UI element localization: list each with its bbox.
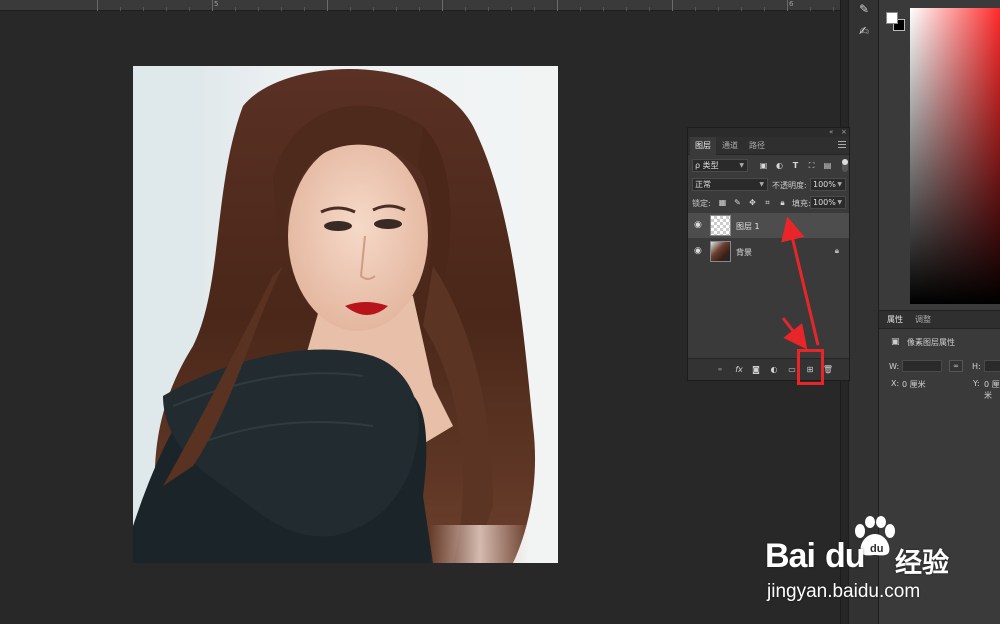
horizontal-ruler: 5 6 <box>0 0 840 11</box>
height-label: H: <box>972 362 981 371</box>
visibility-eye-icon[interactable]: ◉ <box>694 220 704 230</box>
tab-layers[interactable]: 图层 <box>690 137 716 155</box>
fill-input[interactable]: 100% ▼ <box>810 196 846 209</box>
y-value[interactable]: 0 厘米 <box>984 379 1000 401</box>
annotation-highlight-box <box>797 349 824 385</box>
baidu-brand-text: Bai <box>765 537 816 575</box>
opacity-label: 不透明度: <box>772 181 807 190</box>
portrait-image <box>133 66 536 563</box>
blend-mode-select[interactable]: 正常 ▼ <box>692 178 768 191</box>
shape-filter-icon[interactable]: ⛶ <box>806 160 817 171</box>
blend-mode-value: 正常 <box>695 180 711 189</box>
baidu-brand-du: du <box>825 537 866 575</box>
x-value[interactable]: 0 厘米 <box>902 379 926 390</box>
layer-name[interactable]: 背景 <box>736 247 752 258</box>
tab-properties[interactable]: 属性 <box>887 314 903 325</box>
type-filter-icon[interactable]: T <box>790 160 801 171</box>
layer-thumbnail <box>710 215 731 236</box>
adjustment-icon[interactable]: ◐ <box>768 364 780 376</box>
adjustment-filter-icon[interactable]: ◐ <box>774 160 785 171</box>
collapse-icon[interactable]: « <box>829 128 833 137</box>
document-photo[interactable] <box>133 66 558 563</box>
fill-value: 100% <box>813 198 836 207</box>
width-label: W: <box>889 362 900 371</box>
color-picker-field[interactable] <box>910 8 1000 304</box>
visibility-eye-icon[interactable]: ◉ <box>694 246 704 256</box>
lock-image-icon[interactable]: ✎ <box>732 197 743 208</box>
link-dimensions-icon[interactable]: ∞ <box>949 360 963 372</box>
x-label: X: <box>891 379 900 388</box>
chevron-down-icon: ▼ <box>837 181 842 188</box>
layers-tabs: 图层 通道 路径 <box>688 137 849 155</box>
history-icon[interactable]: ✎ <box>855 0 873 18</box>
smart-object-filter-icon[interactable]: ▤ <box>822 160 833 171</box>
opacity-input[interactable]: 100% ▼ <box>810 178 846 191</box>
chevron-down-icon: ▼ <box>759 181 764 188</box>
mask-icon[interactable]: ◙ <box>750 364 762 376</box>
height-input[interactable] <box>984 360 1000 372</box>
filter-toggle[interactable] <box>842 159 848 172</box>
layer-row[interactable]: ◉ 背景 🔒︎ <box>688 239 849 264</box>
search-icon: ρ <box>695 161 701 170</box>
pixel-layer-icon: ▣ <box>891 337 900 347</box>
lock-row: 锁定: ▦ ✎ ✥ ⌗ 🔒︎ 填充: 100% ▼ <box>692 196 848 210</box>
properties-tabs: 属性 调整 <box>879 311 1000 329</box>
link-icon[interactable]: ⚭ <box>714 364 726 376</box>
svg-text:du: du <box>870 543 883 555</box>
blend-row: 正常 ▼ 不透明度: 100% ▼ <box>692 178 848 192</box>
baidu-watermark: du Bai du 经验 jingyan.baidu.com <box>765 515 1000 620</box>
layers-bottom-bar: ⚭ fx ◙ ◐ ▭ ⊞ 🗑︎ <box>688 358 849 380</box>
lock-position-icon[interactable]: ✥ <box>747 197 758 208</box>
y-label: Y: <box>973 379 980 388</box>
properties-type-label: 像素图层属性 <box>907 338 955 347</box>
tab-channels[interactable]: 通道 <box>717 137 743 155</box>
brush-settings-icon[interactable]: ✍ <box>855 22 873 40</box>
layer-thumbnail <box>710 241 731 262</box>
pixel-filter-icon[interactable]: ▣ <box>758 160 769 171</box>
filter-kind-select[interactable]: ρ 类型 ▼ <box>692 159 748 172</box>
ruler-label: 5 <box>214 0 219 8</box>
lock-icon: 🔒︎ <box>834 246 839 255</box>
lock-all-icon[interactable]: 🔒︎ <box>777 197 788 208</box>
layer-filter-row: ρ 类型 ▼ ▣ ◐ T ⛶ ▤ <box>692 159 848 173</box>
close-panel-icon[interactable]: × <box>841 128 847 137</box>
baidu-url: jingyan.baidu.com <box>767 581 921 602</box>
tab-paths[interactable]: 路径 <box>744 137 770 155</box>
chevron-down-icon: ▼ <box>739 162 744 169</box>
foreground-color-swatch[interactable] <box>886 12 898 24</box>
opacity-value: 100% <box>813 180 836 189</box>
panel-title-bar[interactable]: « × <box>688 128 849 137</box>
lock-artboard-icon[interactable]: ⌗ <box>762 197 773 208</box>
ruler-label: 6 <box>789 0 794 8</box>
layers-panel: « × 图层 通道 路径 ρ 类型 ▼ ▣ ◐ T ⛶ ▤ 正常 ▼ 不透明度:… <box>687 127 850 381</box>
panel-menu-icon[interactable] <box>838 141 846 150</box>
layer-row[interactable]: ◉ 图层 1 <box>688 213 849 238</box>
baidu-jingyan-text: 经验 <box>895 548 949 579</box>
fx-icon[interactable]: fx <box>733 364 745 376</box>
lock-transparency-icon[interactable]: ▦ <box>717 197 728 208</box>
fill-label: 填充: <box>792 199 811 208</box>
chevron-down-icon: ▼ <box>837 199 842 206</box>
width-input[interactable] <box>902 360 942 372</box>
filter-kind-value: 类型 <box>702 161 719 170</box>
photo-blur-patch <box>430 525 530 563</box>
tab-adjustments[interactable]: 调整 <box>915 314 931 325</box>
lock-label: 锁定: <box>692 199 711 208</box>
layer-name[interactable]: 图层 1 <box>736 221 760 232</box>
